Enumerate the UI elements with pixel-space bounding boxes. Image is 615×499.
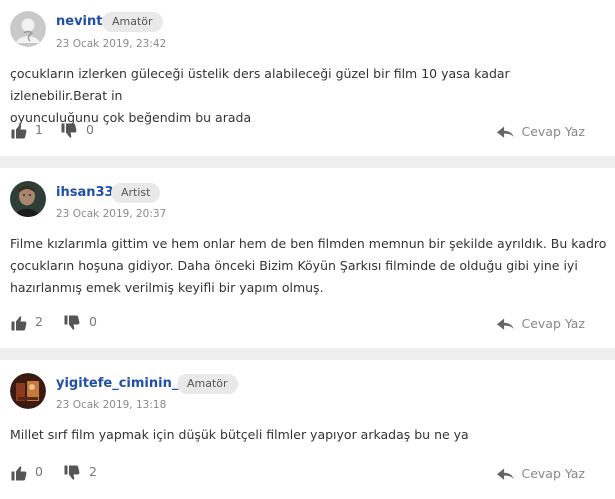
comment-text-line: hazırlanmış emek verilmiş keyifli bir ya… [10, 280, 324, 295]
comment-date: 23 Ocak 2019, 13:18 [56, 399, 167, 411]
comment-actions: 1 0 Cevap Yaz [0, 119, 615, 143]
reply-arrow-icon [497, 318, 515, 330]
thumbs-up-icon[interactable] [10, 122, 28, 140]
reply-label: Cevap Yaz [521, 123, 585, 139]
comment-text: Filme kızlarımla gittim ve hem onlar hem… [10, 233, 610, 299]
like-count: 2 [35, 314, 43, 329]
comment-card: yigitefe_ciminin_5 Amatör 23 Ocak 2019, … [0, 360, 615, 499]
dislike-count: 2 [89, 464, 97, 479]
avatar[interactable] [10, 373, 46, 409]
reply-arrow-icon [497, 468, 515, 480]
thumbs-down-icon[interactable] [63, 314, 81, 332]
reply-button[interactable]: Cevap Yaz [497, 119, 585, 143]
reply-label: Cevap Yaz [521, 315, 585, 331]
dislike-count: 0 [89, 314, 97, 329]
thumbs-up-icon[interactable] [10, 314, 28, 332]
user-badge: Artist [111, 183, 161, 203]
avatar[interactable] [10, 181, 46, 217]
comment-date: 23 Ocak 2019, 23:42 [56, 38, 167, 50]
comment-actions: 0 2 Cevap Yaz [0, 461, 615, 485]
comment-actions: 2 0 Cevap Yaz [0, 311, 615, 335]
user-badge: Amatör [177, 374, 238, 394]
comment-date: 23 Ocak 2019, 20:37 [56, 208, 167, 220]
dislike-count: 0 [86, 122, 94, 137]
reply-arrow-icon [497, 126, 515, 138]
reply-label: Cevap Yaz [521, 465, 585, 481]
comment-text-line: Millet sırf film yapmak için düşük bütçe… [10, 427, 469, 442]
comment-text: Millet sırf film yapmak için düşük bütçe… [10, 424, 610, 446]
user-badge: Amatör [102, 12, 163, 32]
avatar[interactable] [10, 11, 46, 47]
reply-button[interactable]: Cevap Yaz [497, 311, 585, 335]
thumbs-down-icon[interactable] [60, 122, 78, 140]
comment-text-line: çocukların izlerken güleceği üstelik der… [10, 66, 510, 103]
comment-text-line: çocukların hoşuna gidiyor. Daha önceki B… [10, 258, 578, 273]
comment-card: ihsan33 Artist 23 Ocak 2019, 20:37 Filme… [0, 168, 615, 348]
reply-button[interactable]: Cevap Yaz [497, 461, 585, 485]
like-count: 1 [35, 122, 43, 137]
comment-text-line: Filme kızlarımla gittim ve hem onlar hem… [10, 236, 607, 251]
thumbs-down-icon[interactable] [63, 464, 81, 482]
comment-card: nevint Amatör 23 Ocak 2019, 23:42 çocukl… [0, 0, 615, 156]
username[interactable]: yigitefe_ciminin_5 [56, 376, 187, 391]
username[interactable]: nevint [56, 14, 102, 29]
like-count: 0 [35, 464, 43, 479]
username[interactable]: ihsan33 [56, 185, 114, 200]
thumbs-up-icon[interactable] [10, 464, 28, 482]
